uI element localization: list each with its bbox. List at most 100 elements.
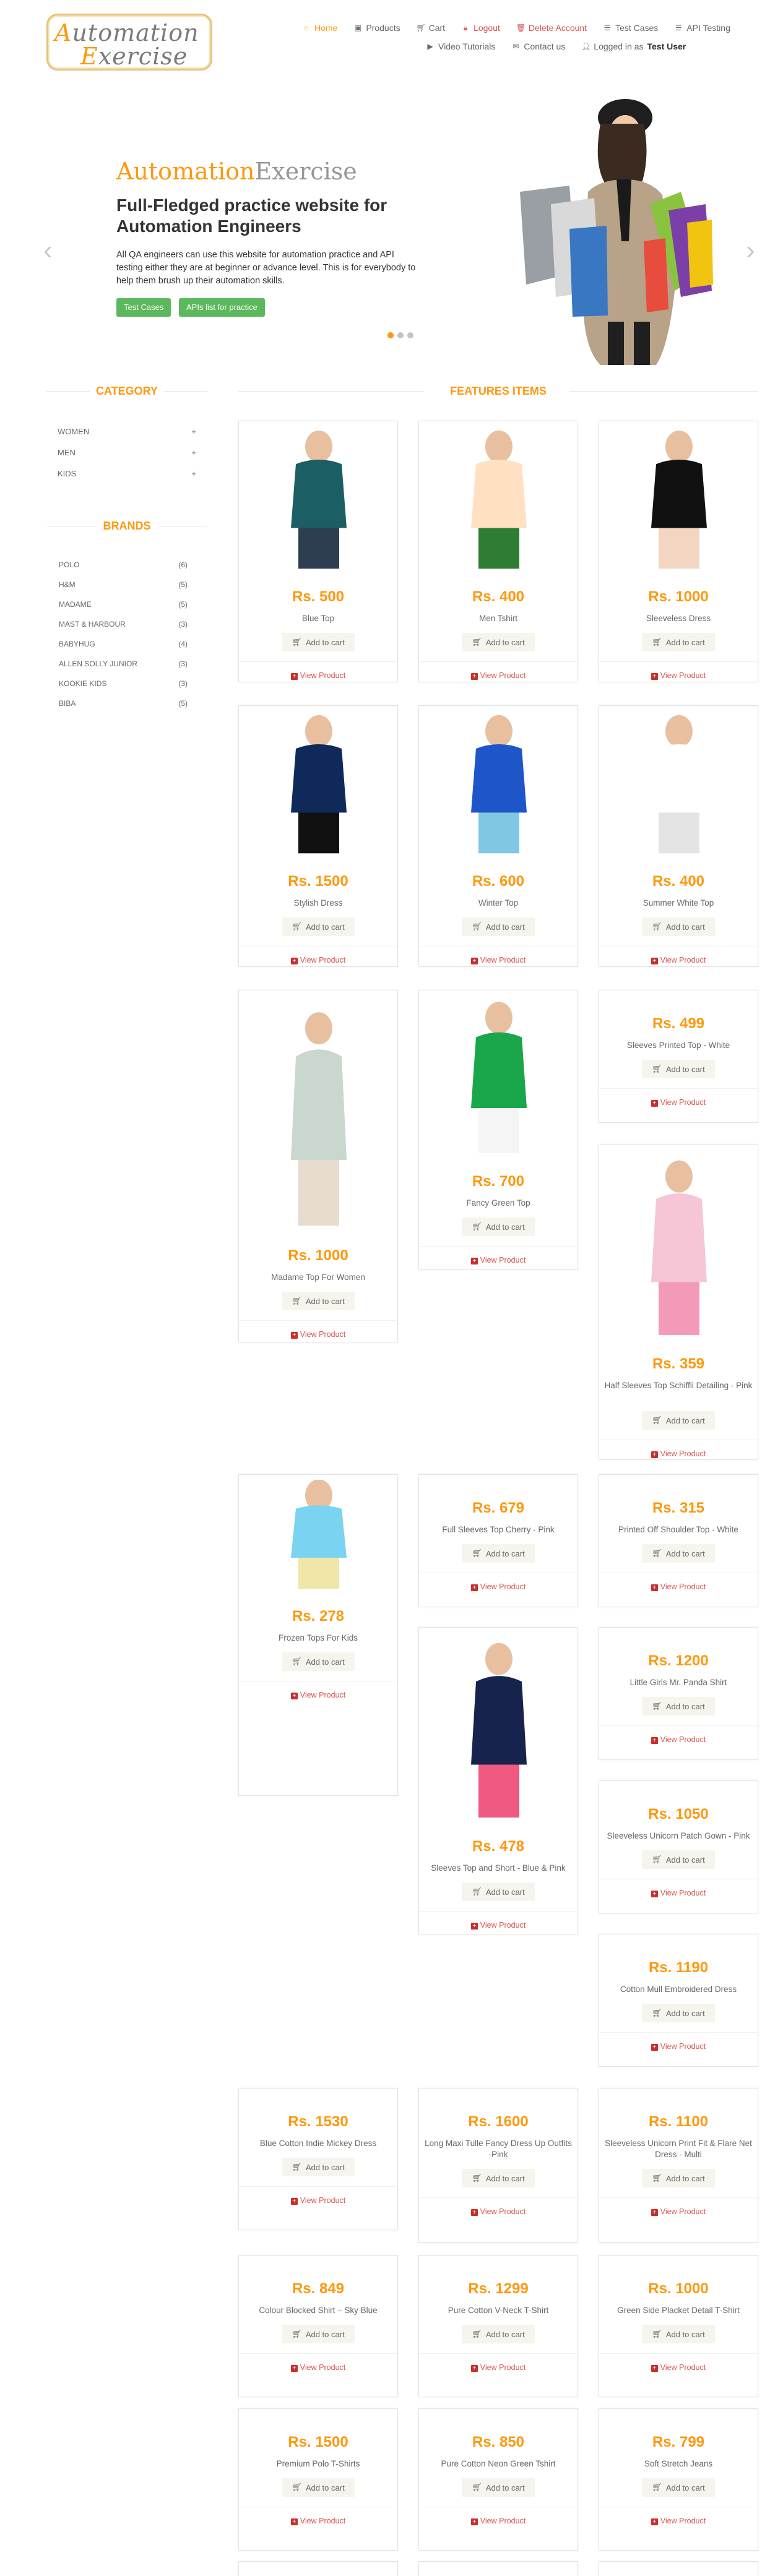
- add-to-cart-button[interactable]: 🛒︎ Add to cart: [462, 1217, 535, 1236]
- cart-icon: 🛒︎: [472, 1548, 482, 1558]
- view-product-link[interactable]: + View Product: [599, 671, 758, 680]
- plus-square-icon: +: [651, 1737, 658, 1744]
- add-to-cart-button[interactable]: 🛒︎ Add to cart: [642, 2478, 715, 2497]
- add-to-cart-button[interactable]: 🛒︎ Add to cart: [282, 2478, 355, 2497]
- add-to-cart-button[interactable]: 🛒︎ Add to cart: [642, 917, 715, 936]
- slider-dot[interactable]: [397, 332, 404, 338]
- view-product-link[interactable]: + View Product: [419, 671, 578, 680]
- add-to-cart-button[interactable]: 🛒︎ Add to cart: [282, 1292, 355, 1310]
- add-to-cart-button[interactable]: 🛒︎ Add to cart: [642, 1411, 715, 1430]
- add-to-cart-button[interactable]: 🛒︎ Add to cart: [462, 2325, 535, 2343]
- category-item-kids[interactable]: KIDS +: [46, 463, 207, 484]
- view-product-link[interactable]: + View Product: [599, 2363, 758, 2372]
- view-product-link[interactable]: + View Product: [599, 1098, 758, 1107]
- add-to-cart-button[interactable]: 🛒︎ Add to cart: [282, 917, 355, 936]
- nav-video-tutorials[interactable]: ▶ Video Tutorials: [426, 41, 495, 51]
- view-product-link[interactable]: + View Product: [419, 2517, 578, 2525]
- view-product-link[interactable]: + View Product: [239, 2196, 397, 2205]
- product-card: Rs. 1000 Sleeveless Dress 🛒︎ Add to cart + Vi…: [599, 421, 758, 682]
- brand-item[interactable]: KOOKIE KIDS (3): [46, 674, 207, 693]
- plus-square-icon: +: [651, 1451, 658, 1458]
- add-to-cart-button[interactable]: 🛒︎ Add to cart: [462, 633, 535, 651]
- view-product-link[interactable]: + View Product: [599, 1735, 758, 1744]
- add-to-cart-button[interactable]: 🛒︎ Add to cart: [462, 2169, 535, 2187]
- brand-name: MAST & HARBOUR: [59, 620, 126, 629]
- slider-dot[interactable]: [407, 332, 413, 338]
- plus-icon[interactable]: +: [191, 469, 196, 478]
- product-card: Rs. 500 Blue Top 🛒︎ Add to cart + View Produc…: [238, 421, 398, 682]
- view-product-link[interactable]: + View Product: [419, 2363, 578, 2372]
- view-product-link[interactable]: + View Product: [419, 1256, 578, 1264]
- category-item-women[interactable]: WOMEN +: [46, 421, 207, 442]
- apis-list-button[interactable]: APIs list for practice: [179, 298, 265, 317]
- product-card: Rs. 499 Sleeves Printed Top - White 🛒︎ Add …: [599, 990, 758, 1123]
- view-product-link[interactable]: + View Product: [239, 1330, 397, 1339]
- plus-square-icon: +: [470, 958, 478, 964]
- add-to-cart-button[interactable]: 🛒︎ Add to cart: [642, 1060, 715, 1078]
- add-to-cart-button[interactable]: 🛒︎ Add to cart: [462, 2478, 535, 2497]
- view-product-link[interactable]: + View Product: [599, 1449, 758, 1458]
- add-to-cart-button[interactable]: 🛒︎ Add to cart: [642, 1544, 715, 1563]
- product-card: Rs. 1190 Cotton Mull Embroidered Dress 🛒︎ A…: [599, 1934, 758, 2067]
- brand-item[interactable]: BIBA (5): [46, 693, 207, 713]
- view-product-link[interactable]: + View Product: [599, 2207, 758, 2216]
- brand-count: (5): [178, 699, 188, 708]
- slider-dot[interactable]: [387, 332, 394, 338]
- nav-home[interactable]: ⌂ Home: [302, 23, 337, 33]
- add-to-cart-button[interactable]: 🛒︎ Add to cart: [642, 2169, 715, 2187]
- add-to-cart-button[interactable]: 🛒︎ Add to cart: [282, 2158, 355, 2176]
- brand-item[interactable]: MAST & HARBOUR (3): [46, 614, 207, 634]
- add-to-cart-button[interactable]: 🛒︎ Add to cart: [462, 1544, 535, 1563]
- view-product-link[interactable]: + View Product: [239, 2363, 397, 2372]
- plus-square-icon: +: [651, 2518, 658, 2525]
- product-image: [246, 995, 391, 1230]
- add-to-cart-button[interactable]: 🛒︎ Add to cart: [282, 2325, 355, 2343]
- add-to-cart-button[interactable]: 🛒︎ Add to cart: [642, 2325, 715, 2343]
- product-card: Rs. 1200 Little Girls Mr. Panda Shirt 🛒︎ Ad…: [599, 1627, 758, 1760]
- plus-icon[interactable]: +: [191, 427, 196, 436]
- nav-test-cases[interactable]: ☰ Test Cases: [603, 23, 659, 33]
- nav-logout[interactable]: 🔒︎ Logout: [461, 23, 500, 33]
- add-to-cart-button[interactable]: 🛒︎ Add to cart: [462, 917, 535, 936]
- nav-contact[interactable]: ✉ Contact us: [511, 41, 565, 51]
- view-product-link[interactable]: + View Product: [599, 956, 758, 964]
- add-to-cart-button[interactable]: 🛒︎ Add to cart: [642, 633, 715, 651]
- plus-square-icon: +: [290, 673, 298, 680]
- view-product-link[interactable]: + View Product: [239, 1691, 397, 1699]
- view-product-link[interactable]: + View Product: [599, 1889, 758, 1897]
- brand-count: (4): [178, 640, 188, 648]
- view-product-link[interactable]: + View Product: [239, 956, 397, 964]
- test-cases-button[interactable]: Test Cases: [116, 298, 171, 317]
- nav-cart[interactable]: 🛒︎ Cart: [417, 23, 445, 33]
- category-item-men[interactable]: MEN +: [46, 442, 207, 463]
- brand-item[interactable]: MADAME (5): [46, 595, 207, 614]
- view-product-link[interactable]: + View Product: [599, 2042, 758, 2051]
- divider: [599, 1088, 758, 1089]
- nav-delete-account[interactable]: 🗑︎ Delete Account: [516, 23, 587, 33]
- view-product-link[interactable]: + View Product: [239, 2517, 397, 2525]
- brand-item[interactable]: POLO (6): [46, 555, 207, 575]
- view-product-link[interactable]: + View Product: [419, 1921, 578, 1930]
- add-to-cart-button[interactable]: 🛒︎ Add to cart: [282, 1652, 355, 1671]
- view-product-link[interactable]: + View Product: [239, 671, 397, 680]
- plus-icon[interactable]: +: [191, 448, 196, 457]
- nav-api-testing[interactable]: ☰ API Testing: [674, 23, 730, 33]
- view-product-link[interactable]: + View Product: [419, 1582, 578, 1591]
- view-product-link[interactable]: + View Product: [419, 2207, 578, 2216]
- product-name: Soft Stretch Jeans: [644, 2459, 713, 2468]
- nav-products[interactable]: ▣ Products: [353, 23, 400, 33]
- brand-item[interactable]: BABYHUG (4): [46, 634, 207, 654]
- view-product-link[interactable]: + View Product: [599, 2517, 758, 2525]
- brand-item[interactable]: H&M (5): [46, 575, 207, 595]
- view-product-link[interactable]: + View Product: [419, 956, 578, 964]
- cart-icon: 🛒︎: [292, 1657, 302, 1666]
- add-to-cart-button[interactable]: 🛒︎ Add to cart: [462, 1883, 535, 1901]
- add-to-cart-button[interactable]: 🛒︎ Add to cart: [642, 2004, 715, 2022]
- view-product-link[interactable]: + View Product: [599, 1582, 758, 1591]
- plus-square-icon: +: [290, 958, 298, 964]
- site-logo[interactable]: Automation Exercise: [46, 14, 212, 71]
- add-to-cart-button[interactable]: 🛒︎ Add to cart: [642, 1697, 715, 1715]
- add-to-cart-button[interactable]: 🛒︎ Add to cart: [282, 633, 355, 651]
- brand-item[interactable]: ALLEN SOLLY JUNIOR (3): [46, 654, 207, 674]
- add-to-cart-button[interactable]: 🛒︎ Add to cart: [642, 1850, 715, 1869]
